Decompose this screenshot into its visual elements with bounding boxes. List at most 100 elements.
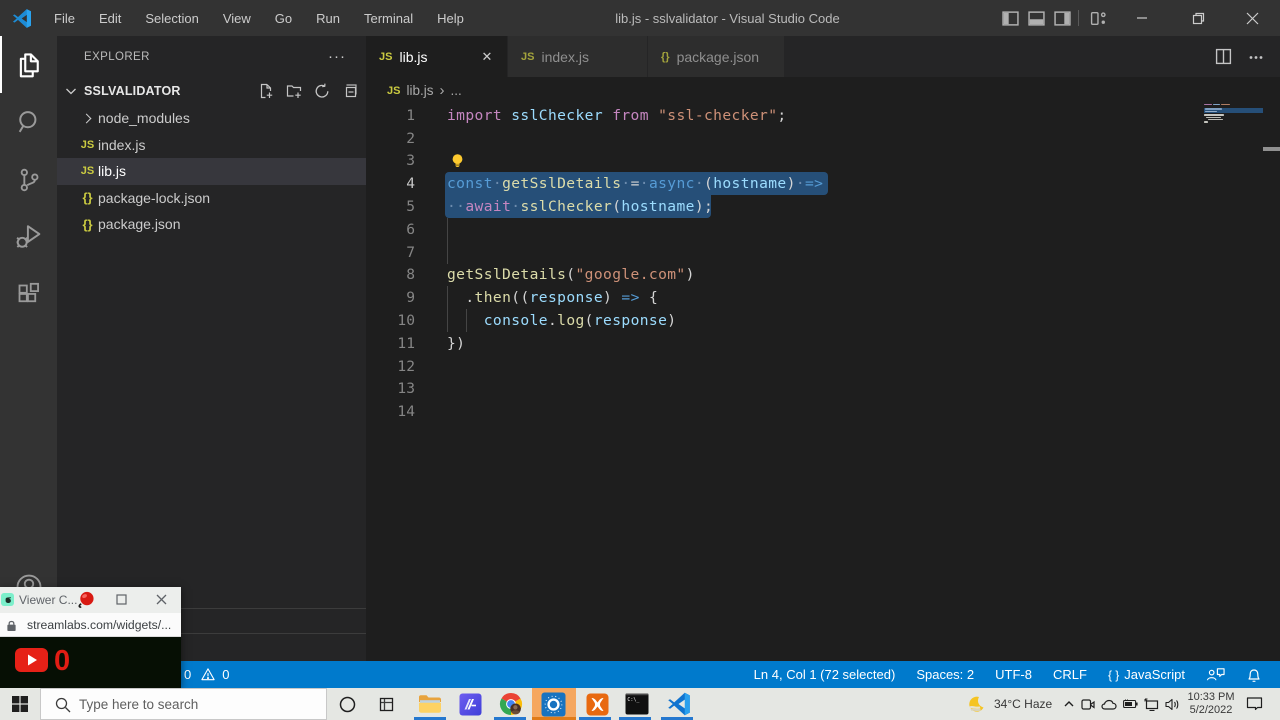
breadcrumb-more[interactable]: ... bbox=[450, 83, 461, 98]
restore-button[interactable] bbox=[1175, 0, 1221, 36]
file-item[interactable]: package-lock.json bbox=[57, 185, 366, 212]
code-token: => bbox=[621, 289, 639, 306]
breadcrumb-file[interactable]: lib.js bbox=[406, 83, 433, 98]
run-debug-icon[interactable] bbox=[0, 208, 57, 265]
explorer-more-icon[interactable]: ··· bbox=[328, 48, 346, 65]
new-file-icon[interactable] bbox=[258, 83, 274, 99]
editor-tab[interactable]: {} package.json bbox=[648, 36, 785, 77]
feedback-icon[interactable] bbox=[1206, 666, 1225, 683]
editor-tab[interactable]: JS index.js bbox=[508, 36, 648, 77]
notifications-bell-icon[interactable] bbox=[1246, 667, 1262, 683]
close-window-icon[interactable] bbox=[1229, 0, 1275, 36]
code-token: . bbox=[465, 289, 474, 306]
code-token: import bbox=[447, 107, 502, 124]
chrome-icon[interactable] bbox=[497, 690, 525, 718]
close-tab-icon[interactable] bbox=[477, 47, 497, 67]
search-icon-svg bbox=[15, 108, 43, 136]
explorer-icon[interactable] bbox=[0, 36, 57, 93]
code-line: 9 .then((response) => { bbox=[366, 286, 1263, 309]
viewer-count-window[interactable]: Viewer C... streamlabs.com/widgets/... 0 bbox=[0, 587, 181, 688]
code-area[interactable]: 1 import sslChecker from "ssl-checker"; … bbox=[366, 104, 1280, 661]
source-control-icon[interactable] bbox=[0, 151, 57, 208]
code-token: "google.com" bbox=[575, 266, 685, 283]
toggle-secondary-sidebar-icon[interactable] bbox=[1048, 0, 1076, 36]
new-folder-icon[interactable] bbox=[286, 83, 302, 99]
file-item[interactable]: index.js bbox=[57, 132, 366, 159]
menu-item[interactable]: File bbox=[42, 0, 87, 36]
file-item[interactable]: node_modules bbox=[57, 105, 366, 132]
overlay-close-icon[interactable] bbox=[156, 594, 167, 605]
line-number: 12 bbox=[366, 358, 415, 375]
code-line: 4 const·getSslDetails·=·async·(hostname)… bbox=[366, 172, 1263, 195]
language-mode[interactable]: { } JavaScript bbox=[1108, 667, 1185, 682]
minimap-line bbox=[1206, 117, 1221, 119]
battery-icon[interactable] bbox=[1123, 699, 1138, 709]
overlay-maximize-icon[interactable] bbox=[116, 594, 127, 605]
overlay-titlebar[interactable]: Viewer C... bbox=[0, 587, 181, 613]
split-editor-icon[interactable] bbox=[1215, 48, 1232, 65]
code-token: hostname bbox=[713, 175, 786, 192]
screen: FileEditSelectionViewGoRunTerminalHelp l… bbox=[0, 0, 1280, 720]
vscode-taskbar-icon[interactable] bbox=[665, 690, 693, 718]
encoding[interactable]: UTF-8 bbox=[995, 667, 1032, 682]
refresh-icon[interactable] bbox=[314, 83, 330, 99]
cortana-icon[interactable] bbox=[333, 690, 361, 718]
breadcrumb[interactable]: JS lib.js › ... bbox=[366, 77, 1280, 104]
minimize-button[interactable] bbox=[1119, 0, 1165, 36]
tray-clock[interactable]: 10:33 PM 5/2/2022 bbox=[1184, 691, 1238, 717]
volume-icon[interactable] bbox=[1165, 698, 1180, 711]
toggle-sidebar-icon[interactable] bbox=[996, 0, 1024, 36]
menu-item[interactable]: View bbox=[211, 0, 263, 36]
file-item[interactable]: lib.js bbox=[57, 158, 366, 185]
menu-item[interactable]: Go bbox=[263, 0, 304, 36]
network-icon[interactable] bbox=[1144, 698, 1159, 711]
vscode-taskbar-icon-svg bbox=[667, 692, 691, 716]
file-item[interactable]: package.json bbox=[57, 211, 366, 238]
warning-count: 0 bbox=[222, 667, 229, 682]
code-token bbox=[603, 107, 612, 124]
taskbar-search[interactable]: Type here to search bbox=[40, 688, 327, 720]
indentation[interactable]: Spaces: 2 bbox=[916, 667, 974, 682]
eol-sequence[interactable]: CRLF bbox=[1053, 667, 1087, 682]
task-view-icon[interactable] bbox=[372, 690, 400, 718]
editor-scrollbar[interactable] bbox=[1263, 104, 1280, 661]
menu-item[interactable]: Help bbox=[425, 0, 476, 36]
xampp-icon[interactable] bbox=[583, 690, 611, 718]
file-explorer-icon[interactable] bbox=[416, 690, 444, 718]
hidden-icons-chevron[interactable] bbox=[1063, 698, 1075, 710]
titlebar-separator bbox=[1078, 10, 1079, 26]
start-button[interactable] bbox=[6, 690, 34, 718]
extensions-icon[interactable] bbox=[0, 266, 57, 323]
menu-item[interactable]: Terminal bbox=[352, 0, 425, 36]
editor-tab[interactable]: JS lib.js bbox=[366, 36, 508, 77]
cursor-position[interactable]: Ln 4, Col 1 (72 selected) bbox=[754, 667, 896, 682]
overlay-addressbar[interactable]: streamlabs.com/widgets/... bbox=[0, 613, 181, 637]
file-explorer-icon-svg bbox=[418, 694, 442, 714]
file-type-icon bbox=[77, 115, 98, 122]
meet-now-icon[interactable] bbox=[1081, 698, 1095, 711]
more-actions-icon[interactable] bbox=[1248, 49, 1264, 65]
minimap[interactable] bbox=[1204, 103, 1263, 663]
overlay-url[interactable]: streamlabs.com/widgets/... bbox=[27, 618, 171, 632]
search-icon[interactable] bbox=[0, 93, 57, 150]
toggle-panel-icon[interactable] bbox=[1022, 0, 1050, 36]
customize-layout-icon[interactable] bbox=[1084, 0, 1112, 36]
tray-weather[interactable]: 34°C Haze bbox=[966, 688, 1052, 720]
indigo-app-icon[interactable] bbox=[456, 690, 484, 718]
menu-item[interactable]: Selection bbox=[133, 0, 210, 36]
status-bar: 0 0 Ln 4, Col 1 (72 selected) Spaces: 2 … bbox=[0, 661, 1280, 688]
line-number: 7 bbox=[366, 244, 415, 261]
menu-item[interactable]: Edit bbox=[87, 0, 133, 36]
overlay-content: 0 bbox=[0, 637, 181, 688]
code-token: from bbox=[612, 107, 649, 124]
collapse-all-icon[interactable] bbox=[342, 83, 358, 99]
cmd-icon[interactable]: C:\_ bbox=[623, 690, 651, 718]
menu-item[interactable]: Run bbox=[304, 0, 352, 36]
onedrive-icon[interactable] bbox=[1101, 699, 1117, 710]
explorer-title: EXPLORER bbox=[84, 36, 150, 78]
code-token bbox=[649, 107, 658, 124]
code-token: · bbox=[621, 175, 630, 192]
streamlabs-icon[interactable] bbox=[539, 690, 567, 718]
line-number: 13 bbox=[366, 380, 415, 397]
action-center-icon[interactable] bbox=[1240, 690, 1268, 718]
